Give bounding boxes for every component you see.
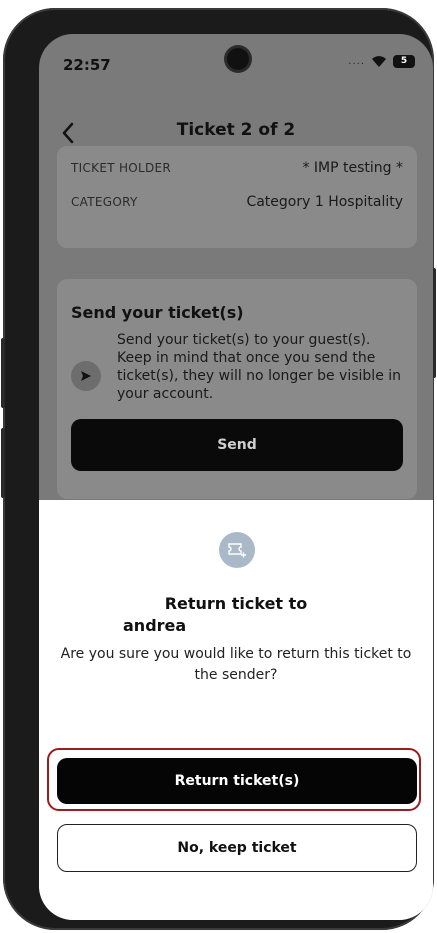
status-time: 22:57 [63,56,111,74]
send-card-title: Send your ticket(s) [71,303,244,322]
side-button [1,428,5,498]
signal-indicator: .... [348,55,365,67]
detail-row-ticket-holder: TICKET HOLDER * IMP testing * [71,160,403,176]
status-icons: .... 5 [348,54,415,68]
send-card-description: Send your ticket(s) to your guest(s). Ke… [117,332,402,402]
ticket-details-card: TICKET HOLDER * IMP testing * CATEGORY C… [57,146,417,248]
send-tickets-card: Send your ticket(s) Send your ticket(s) … [57,279,417,499]
detail-label: CATEGORY [71,195,138,209]
screen: 22:57 .... 5 Ticket 2 of 2 TICKET HOLDER… [39,34,433,920]
ticket-return-icon [219,532,255,568]
wifi-icon [372,56,386,67]
phone-frame: 22:57 .... 5 Ticket 2 of 2 TICKET HOLDER… [1,8,436,930]
return-ticket-sheet: Return ticket to andrea Are you sure you… [39,500,433,920]
status-bar: 22:57 .... 5 [39,34,433,94]
keep-ticket-button[interactable]: No, keep ticket [57,824,417,872]
battery-icon: 5 [393,54,415,68]
detail-value: Category 1 Hospitality [246,194,403,210]
send-button[interactable]: Send [71,419,403,471]
detail-label: TICKET HOLDER [71,161,172,175]
sheet-question: Are you sure you would like to return th… [60,646,412,683]
sheet-title: Return ticket to [164,594,308,613]
page-title: Ticket 2 of 2 [176,120,296,140]
detail-row-category: CATEGORY Category 1 Hospitality [71,194,403,210]
detail-value: * IMP testing * [302,160,403,176]
send-arrow-icon [71,361,101,391]
recipient-name: andrea [123,616,187,635]
camera-cutout [227,48,249,70]
side-button [1,338,5,408]
return-tickets-button[interactable]: Return ticket(s) [57,758,417,804]
